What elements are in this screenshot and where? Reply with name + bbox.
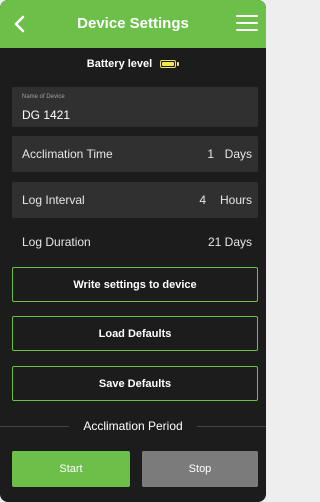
start-button[interactable]: Start bbox=[12, 451, 130, 487]
log-duration-label: Log Duration bbox=[22, 235, 91, 249]
write-settings-button[interactable]: Write settings to device bbox=[12, 267, 258, 302]
device-settings-screen: Device Settings Battery level Name of De… bbox=[0, 0, 266, 502]
page-title: Device Settings bbox=[77, 15, 189, 32]
acclimation-time-unit: Days bbox=[224, 147, 252, 161]
battery-icon bbox=[160, 60, 180, 68]
acclimation-period-heading: Acclimation Period bbox=[69, 419, 197, 433]
device-name-label: Name of Device bbox=[22, 94, 65, 100]
log-duration-row: Log Duration 21 Days bbox=[12, 224, 258, 260]
log-interval-value[interactable]: 4 bbox=[199, 182, 206, 218]
battery-label: Battery level bbox=[86, 58, 153, 70]
stop-button[interactable]: Stop bbox=[142, 451, 258, 487]
hamburger-menu-icon[interactable] bbox=[234, 10, 260, 36]
log-interval-field[interactable]: Log Interval 4 Hours bbox=[12, 182, 258, 218]
load-defaults-button[interactable]: Load Defaults bbox=[12, 316, 258, 351]
acclimation-time-label: Acclimation Time bbox=[22, 147, 113, 161]
acclimation-period-divider: Acclimation Period bbox=[0, 414, 266, 438]
acclimation-time-field[interactable]: Acclimation Time 1 Days bbox=[12, 136, 258, 172]
divider-line-right bbox=[196, 426, 266, 427]
acclimation-time-value[interactable]: 1 bbox=[207, 136, 214, 172]
save-defaults-button[interactable]: Save Defaults bbox=[12, 366, 258, 401]
battery-status: Battery level bbox=[0, 52, 266, 76]
device-name-value[interactable]: DG 1421 bbox=[22, 108, 70, 122]
log-duration-value: 21 Days bbox=[207, 235, 252, 249]
chevron-left-icon bbox=[14, 15, 25, 33]
device-name-field[interactable]: Name of Device DG 1421 bbox=[12, 87, 258, 127]
divider-line-left bbox=[0, 426, 70, 427]
log-interval-unit: Hours bbox=[219, 193, 252, 207]
header-bar: Device Settings bbox=[0, 0, 266, 48]
back-button[interactable] bbox=[4, 9, 34, 39]
log-interval-label: Log Interval bbox=[22, 193, 85, 207]
